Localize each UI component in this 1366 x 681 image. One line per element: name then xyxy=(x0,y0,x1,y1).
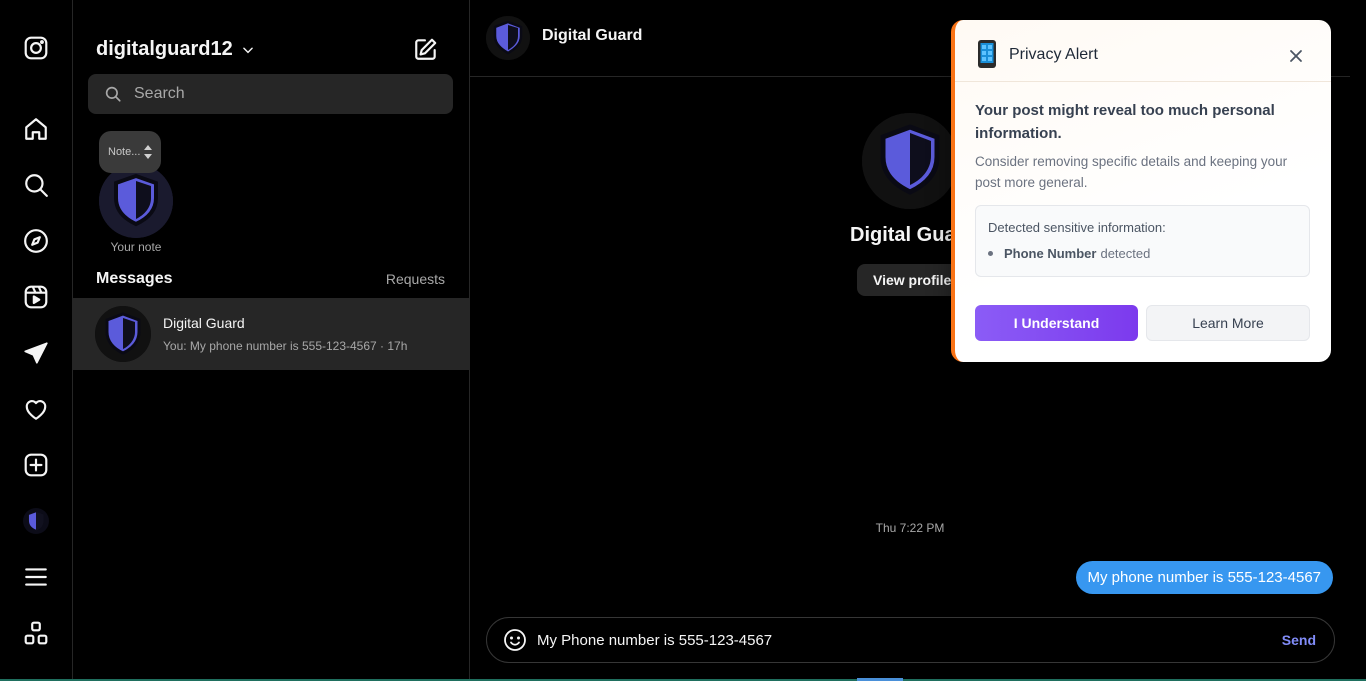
conversation-name: Digital Guard xyxy=(163,315,245,331)
learn-more-button[interactable]: Learn More xyxy=(1146,305,1310,341)
avatar xyxy=(95,306,151,362)
privacy-alert-title: Privacy Alert xyxy=(1009,46,1098,63)
note-label: Your note xyxy=(110,240,162,254)
shield-avatar-icon xyxy=(862,113,958,209)
i-understand-button[interactable]: I Understand xyxy=(975,305,1138,341)
close-icon[interactable] xyxy=(1289,49,1303,63)
more-menu-icon[interactable] xyxy=(22,563,50,591)
notifications-heart-icon[interactable] xyxy=(22,395,50,423)
search-input[interactable] xyxy=(134,85,434,103)
explore-icon[interactable] xyxy=(22,227,50,255)
home-icon[interactable] xyxy=(22,115,50,143)
privacy-alert-suggestion: Consider removing specific details and k… xyxy=(975,154,1288,190)
chat-header-avatar[interactable] xyxy=(486,16,530,60)
bullet-icon xyxy=(988,251,993,256)
privacy-alert-message: Your post might reveal too much personal… xyxy=(975,102,1275,142)
requests-link[interactable]: Requests xyxy=(386,271,445,287)
reels-icon[interactable] xyxy=(22,283,50,311)
detected-info-box: Detected sensitive information: Phone Nu… xyxy=(975,205,1310,277)
message-input[interactable] xyxy=(537,631,1257,649)
search-bar xyxy=(88,74,453,114)
privacy-alert-dialog: Privacy Alert Your post might reveal too… xyxy=(951,20,1331,362)
detected-type: Phone Number xyxy=(1004,246,1097,261)
nav-rail xyxy=(0,0,73,681)
detected-status: detected xyxy=(1100,246,1151,261)
note-bubble[interactable]: Note... xyxy=(99,131,161,173)
account-switcher[interactable]: digitalguard12 xyxy=(96,38,255,61)
conversation-item[interactable]: Digital Guard You: My phone number is 55… xyxy=(73,298,469,370)
message-composer: Send xyxy=(486,617,1335,663)
note-placeholder: Note... xyxy=(108,146,141,158)
chevron-down-icon xyxy=(242,47,253,53)
shield-avatar-icon xyxy=(99,164,173,238)
profile-shield-icon[interactable] xyxy=(22,507,50,535)
search-icon xyxy=(105,86,121,102)
messages-icon[interactable] xyxy=(22,339,50,367)
emoji-icon[interactable] xyxy=(503,628,527,652)
conversation-preview: You: My phone number is 555-123-4567 · 1… xyxy=(163,339,408,353)
detected-item: Phone Number detected xyxy=(988,246,1150,261)
message-timestamp: Thu 7:22 PM xyxy=(875,521,945,535)
your-note[interactable]: Note... Your note xyxy=(98,130,174,255)
username-label: digitalguard12 xyxy=(96,38,233,60)
mobile-phone-icon xyxy=(978,40,996,68)
search-icon[interactable] xyxy=(22,171,50,199)
compose-message-icon[interactable] xyxy=(413,36,439,62)
page-scrollbar[interactable] xyxy=(1350,0,1366,681)
create-icon[interactable] xyxy=(22,451,50,479)
instagram-logo-icon[interactable] xyxy=(22,34,50,62)
chat-header-name[interactable]: Digital Guard xyxy=(542,27,642,45)
send-button[interactable]: Send xyxy=(1282,632,1316,648)
profile-avatar xyxy=(862,113,958,209)
detected-heading: Detected sensitive information: xyxy=(988,220,1166,235)
shield-avatar-icon xyxy=(95,306,151,362)
messages-heading: Messages xyxy=(96,270,173,287)
note-avatar xyxy=(99,164,173,238)
inbox-panel: digitalguard12 Note... Your note Message… xyxy=(73,0,470,681)
stepper-arrows-icon xyxy=(144,145,152,159)
privacy-alert-header: Privacy Alert xyxy=(955,20,1331,82)
shield-avatar-icon xyxy=(486,16,530,60)
apps-grid-icon[interactable] xyxy=(22,619,50,647)
sent-message-bubble[interactable]: My phone number is 555-123-4567 xyxy=(1075,561,1333,594)
